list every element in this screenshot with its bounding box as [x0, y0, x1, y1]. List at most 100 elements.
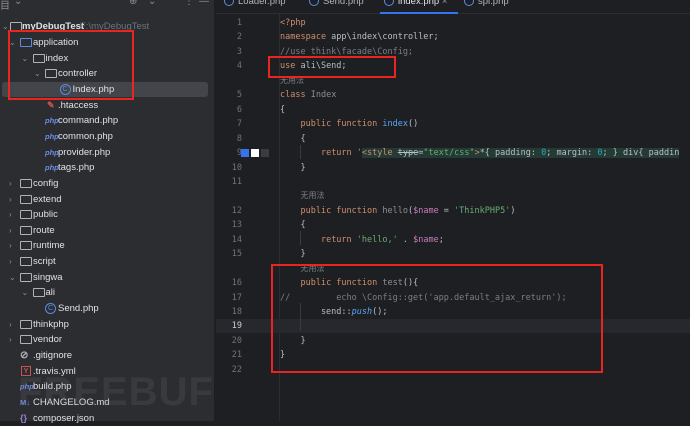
tree-item[interactable]: ⌄ singwa — [0, 270, 210, 285]
tree-item[interactable]: php command.php — [0, 113, 210, 128]
php-file-icon: php — [45, 163, 59, 173]
code-line[interactable]: } — [280, 334, 305, 348]
tree-item[interactable]: C Index.php — [2, 81, 208, 97]
tree-item[interactable]: › thinkphp — [0, 317, 210, 332]
chevron-right-icon[interactable]: › — [9, 317, 17, 332]
php-file-icon: php — [45, 147, 59, 157]
tree-item[interactable]: ⌄ index — [0, 51, 210, 66]
tab-loader-php[interactable]: Loader.php — [224, 0, 286, 7]
code-line[interactable]: public function hello($name = 'ThinkPHP5… — [280, 204, 515, 218]
color-swatch-white-icon — [251, 149, 259, 157]
tree-item[interactable]: php common.php — [0, 129, 210, 144]
chevron-down-icon[interactable]: ⌄ — [14, 0, 22, 7]
tree-item-label: common.php — [58, 130, 113, 142]
minimize-icon[interactable]: — — [199, 0, 209, 7]
php-class-icon: C — [45, 303, 56, 315]
code-line[interactable]: <?php — [280, 16, 306, 30]
code-line[interactable]: return '<style type="text/css">*{ paddin… — [280, 146, 680, 160]
tree-item[interactable]: ⊘ .gitignore — [0, 348, 210, 363]
line-number: 15 — [231, 249, 242, 260]
tree-item-label: index — [45, 52, 69, 64]
more-icon[interactable]: ⋮ — [184, 0, 194, 7]
tree-root[interactable]: ⌄ myDebugTest F:\myDebugTest — [0, 19, 210, 34]
tree-item[interactable]: › runtime — [0, 238, 210, 253]
chevron-right-icon[interactable]: › — [9, 192, 17, 207]
php-class-icon — [309, 0, 319, 7]
current-line-highlight — [216, 319, 690, 334]
htaccess-icon: ✎ — [47, 99, 55, 110]
code-editor[interactable]: Loader.php Send.php index.php × spl.php 1 <?… — [216, 0, 690, 421]
code-line[interactable]: return 'hello,' . $name; — [280, 233, 444, 247]
tab-send-php[interactable]: Send.php — [309, 0, 364, 7]
tree-item[interactable]: › extend — [0, 192, 210, 207]
tree-item[interactable]: › config — [0, 176, 210, 191]
tab-spl-php[interactable]: spl.php — [464, 0, 509, 7]
code-line[interactable]: public function test(){ — [280, 276, 418, 290]
tree-item[interactable]: php tags.php — [0, 160, 210, 175]
code-line[interactable]: } — [280, 161, 305, 175]
line-number: 4 — [236, 61, 242, 72]
chevron-right-icon[interactable]: › — [9, 332, 17, 347]
line-number: 13 — [231, 220, 242, 231]
usage-hint[interactable]: 无用法 — [300, 262, 324, 276]
tree-item[interactable]: › public — [0, 207, 210, 222]
tree-item[interactable]: C Send.php — [0, 301, 210, 316]
chevron-down-icon[interactable]: ⌄ — [22, 51, 30, 66]
code-line[interactable]: send::push(); — [280, 305, 388, 319]
locate-icon[interactable]: ⊕ — [129, 0, 137, 7]
chevron-down-icon[interactable]: ⌄ — [9, 35, 17, 50]
close-icon[interactable]: × — [442, 0, 448, 7]
code-line[interactable]: //use think\facade\Config; — [280, 45, 413, 59]
chevron-right-icon[interactable]: › — [9, 254, 17, 269]
php-file-icon — [464, 0, 474, 7]
code-line[interactable]: class Index — [280, 88, 336, 102]
code-line[interactable]: } — [280, 348, 285, 362]
tree-item[interactable]: › route — [0, 223, 210, 238]
expand-all-icon[interactable]: ⌄ — [148, 0, 156, 7]
tree-item[interactable]: ✎ .htaccess — [0, 98, 210, 113]
tree-item-label: script — [33, 256, 56, 268]
code-line[interactable]: { — [280, 218, 305, 232]
line-number: 21 — [231, 350, 242, 361]
chevron-down-icon[interactable]: ⌄ — [2, 19, 10, 34]
tree-item-label: Send.php — [58, 303, 99, 315]
chevron-down-icon[interactable]: ⌄ — [9, 270, 17, 285]
tree-item-label: config — [33, 177, 59, 189]
chevron-right-icon[interactable]: › — [9, 207, 17, 222]
code-line[interactable]: // echo \Config::get('app.default_ajax_r… — [280, 291, 567, 305]
tree-item-label: .htaccess — [58, 99, 99, 111]
line-number: 19 — [231, 321, 242, 332]
tree-item[interactable]: ⌄ ali — [0, 285, 210, 300]
line-number: 22 — [231, 364, 242, 375]
code-line[interactable]: public function index() — [280, 117, 418, 131]
code-line[interactable]: { — [280, 132, 305, 146]
tree-item[interactable]: ⌄ application — [0, 35, 210, 50]
chevron-down-icon[interactable]: ⌄ — [22, 285, 30, 300]
tree-item-label: tags.php — [58, 162, 95, 174]
usage-hint[interactable]: 无用法 — [280, 74, 304, 88]
line-number: 8 — [236, 133, 242, 144]
panel-title: 目 — [0, 1, 10, 12]
tree-item[interactable]: php provider.php — [0, 145, 210, 160]
collapse-all-icon[interactable]: ⌃ — [166, 0, 174, 7]
chevron-right-icon[interactable]: › — [9, 223, 17, 238]
indent-guide — [300, 231, 301, 245]
chevron-down-icon[interactable]: ⌄ — [34, 66, 42, 81]
chevron-right-icon[interactable]: › — [9, 238, 17, 253]
code-line[interactable]: { — [280, 103, 285, 117]
tree-item[interactable]: › script — [0, 254, 210, 269]
chevron-right-icon[interactable]: › — [9, 176, 17, 191]
code-line[interactable]: } — [280, 247, 305, 261]
tree-item[interactable]: › vendor — [0, 332, 210, 347]
code-line[interactable]: namespace app\index\controller; — [280, 30, 439, 44]
usage-hint[interactable]: 无用法 — [300, 189, 324, 203]
line-number: 5 — [236, 90, 242, 101]
tab-index-php[interactable]: index.php × — [384, 0, 447, 7]
php-class-icon — [384, 0, 394, 7]
tree-item-label: ali — [45, 287, 56, 299]
watermark: FREEBUF — [18, 370, 214, 414]
folder-icon — [32, 288, 45, 298]
code-line[interactable]: use ali\Send; — [280, 59, 347, 73]
line-number: 3 — [236, 46, 242, 57]
tree-item[interactable]: ⌄ controller — [0, 66, 210, 81]
